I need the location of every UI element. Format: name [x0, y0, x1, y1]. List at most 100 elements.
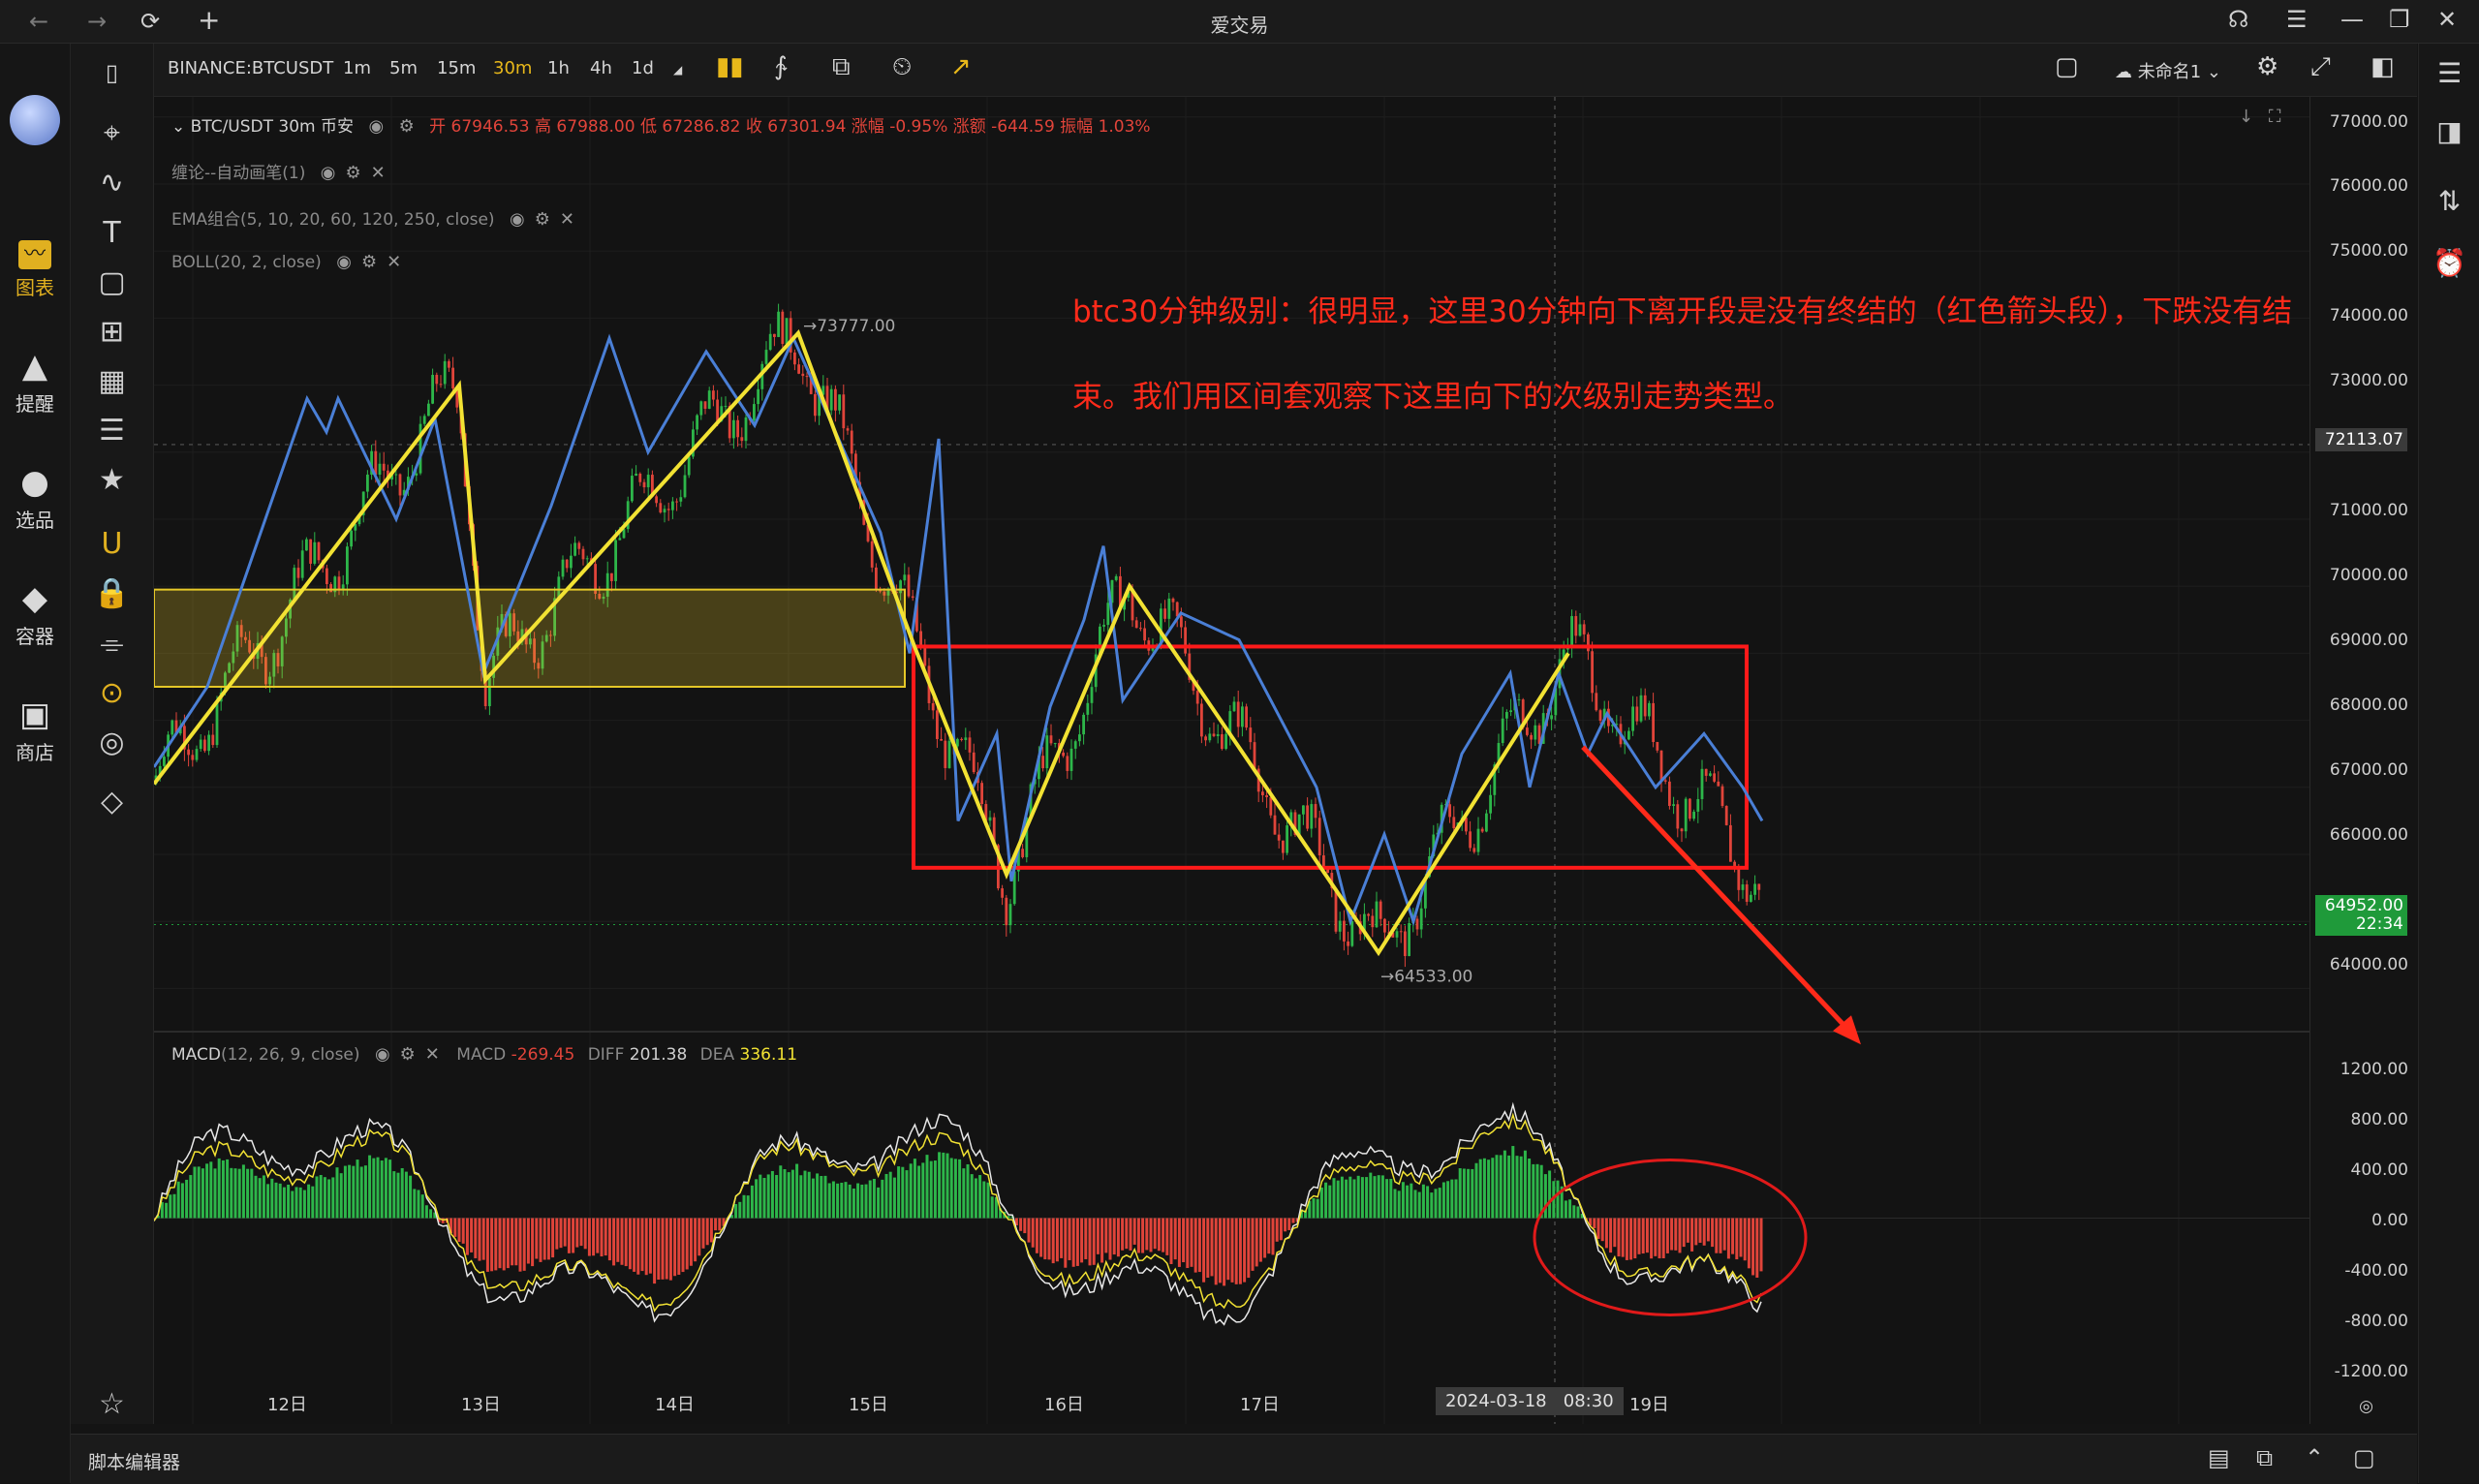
eye-icon[interactable]: ◉	[375, 1044, 390, 1065]
eye-icon[interactable]: ◉	[510, 209, 525, 230]
cursor-icon[interactable]: ⌖	[71, 114, 153, 153]
candle-body	[1509, 710, 1512, 713]
macd-histogram-bar	[1410, 1183, 1413, 1219]
macd-histogram-bar	[933, 1160, 937, 1219]
candle-body	[1737, 866, 1741, 890]
close-icon[interactable]: ✕	[2437, 6, 2457, 33]
crosshair-icon[interactable]: ⊙	[71, 674, 153, 713]
sidebar-item-store[interactable]: ▣ 商店	[0, 695, 70, 765]
sidebar-toggle-icon[interactable]: ▯	[71, 53, 153, 92]
macd-histogram-bar	[1499, 1155, 1503, 1219]
interval-30m[interactable]: 30m	[493, 58, 532, 78]
collapse-up-icon[interactable]: ⌃	[2305, 1444, 2324, 1471]
macd-histogram-bar	[1487, 1159, 1491, 1219]
sidebar-item-screener[interactable]: ● 选品	[0, 462, 70, 533]
settings-icon[interactable]: ⚙	[2256, 52, 2278, 81]
script-editor-tab[interactable]: 脚本编辑器	[88, 1448, 180, 1474]
macd-histogram-bar	[583, 1218, 587, 1250]
support-icon[interactable]: ☊	[2228, 6, 2248, 33]
trade-icon[interactable]: ⇅	[2419, 185, 2479, 217]
sidebar-item-chart[interactable]: 〰 图表	[0, 230, 70, 300]
indicator-icon[interactable]: ∱	[774, 52, 788, 81]
macd-histogram-bar	[1218, 1218, 1222, 1283]
settings-icon[interactable]: ⚙	[361, 252, 377, 272]
scroll-down-icon[interactable]: ↓	[2239, 107, 2253, 127]
interval-1m[interactable]: 1m	[343, 58, 371, 78]
eye-off-icon[interactable]: ◎	[71, 724, 153, 762]
expand-icon[interactable]: ⤢	[2310, 52, 2331, 82]
macd-histogram-bar	[1377, 1175, 1380, 1219]
symbol-selector[interactable]: BINANCE:BTCUSDT	[168, 58, 333, 78]
settings-icon[interactable]: ⚙	[535, 209, 550, 230]
rectangle-icon[interactable]: ▢	[71, 263, 153, 302]
macd-histogram-bar	[1055, 1218, 1059, 1262]
eye-icon[interactable]: ◉	[368, 116, 384, 137]
collapse-icon[interactable]: ⌄	[171, 117, 191, 137]
sidebar-item-alerts[interactable]: ▲ 提醒	[0, 346, 70, 417]
macd-histogram-bar	[848, 1184, 852, 1219]
candle-body	[1241, 706, 1244, 727]
macd-histogram-bar	[807, 1171, 811, 1219]
alert-clock-icon[interactable]: ⏲	[892, 52, 912, 82]
annotation-text[interactable]: btc30分钟级别：很明显，这里30分钟向下离开段是没有终结的（红色箭头段），下…	[1072, 269, 2312, 440]
fullscreen-box-icon[interactable]: ▢	[2055, 52, 2079, 81]
menu-icon[interactable]: ☰	[2286, 6, 2308, 33]
replay-icon[interactable]: ↗	[950, 52, 972, 81]
macd-histogram-bar	[193, 1166, 197, 1219]
sidebar-item-container[interactable]: ◆ 容器	[0, 578, 70, 649]
eye-icon[interactable]: ◉	[321, 163, 336, 183]
text-icon[interactable]: T	[71, 214, 153, 253]
favorite-star-icon[interactable]: ☆	[71, 1385, 153, 1424]
candle-style-icon[interactable]: ▮▮	[716, 52, 744, 81]
macd-histogram-bar	[1284, 1218, 1287, 1232]
remove-icon[interactable]: ✕	[387, 252, 401, 272]
axis-settings-icon[interactable]: ◎	[2359, 1397, 2373, 1416]
alarm-clock-icon[interactable]: ⏰	[2419, 247, 2479, 279]
settings-icon[interactable]: ⚙	[346, 163, 361, 183]
interval-1h[interactable]: 1h	[547, 58, 570, 78]
macd-histogram-bar	[217, 1158, 221, 1219]
eye-icon[interactable]: ◉	[336, 252, 352, 272]
indicator-params: (1)	[282, 164, 306, 183]
maximize-panel-icon[interactable]: ▢	[2353, 1444, 2375, 1471]
grid-icon[interactable]: ▦	[71, 362, 153, 401]
price-axis[interactable]: 77000.00 76000.00 75000.00 74000.00 7300…	[2309, 97, 2418, 1424]
remove-icon[interactable]: ✕	[425, 1044, 440, 1065]
compare-icon[interactable]: ⧉	[832, 52, 851, 82]
minimize-icon[interactable]: —	[2340, 6, 2364, 33]
star-icon[interactable]: ★	[71, 461, 153, 500]
panel-dock-icon[interactable]: ▤	[2208, 1444, 2230, 1471]
layout-selector[interactable]: ☁ 未命名1 ⌄	[2115, 58, 2221, 83]
macd-axis-label: 1200.00	[2340, 1060, 2408, 1079]
macd-histogram-bar	[1604, 1218, 1608, 1249]
watchlist-icon[interactable]: ☰	[2419, 57, 2479, 89]
remove-icon[interactable]: ✕	[560, 209, 574, 230]
magnet-icon[interactable]: U	[71, 525, 153, 564]
filter-icon[interactable]: ⌯	[71, 625, 153, 664]
list-icon[interactable]: ☰	[71, 412, 153, 450]
macd-histogram-bar	[172, 1193, 176, 1219]
lock-icon[interactable]: 🔒	[71, 574, 153, 613]
details-icon[interactable]: ◨	[2419, 115, 2479, 147]
interval-4h[interactable]: 4h	[590, 58, 612, 78]
settings-icon[interactable]: ⚙	[400, 1044, 416, 1065]
macd-histogram-bar	[775, 1175, 779, 1219]
trendline-icon[interactable]: ∿	[71, 164, 153, 202]
settings-icon[interactable]: ⚙	[399, 116, 415, 137]
popout-icon[interactable]: ⧉	[2256, 1444, 2273, 1471]
maximize-pane-icon[interactable]: ⛶	[2269, 107, 2281, 127]
remove-icon[interactable]: ✕	[371, 163, 386, 183]
maximize-icon[interactable]: ❐	[2389, 6, 2410, 33]
interval-1d[interactable]: 1d	[632, 58, 654, 78]
eraser-icon[interactable]: ◇	[71, 783, 153, 821]
candle-body	[1277, 834, 1281, 841]
cloud-icon: ☁	[2115, 62, 2138, 82]
interval-dropdown-icon[interactable]: ◢	[673, 63, 682, 77]
pattern-icon[interactable]: ⊞	[71, 313, 153, 352]
interval-15m[interactable]: 15m	[437, 58, 476, 78]
interval-5m[interactable]: 5m	[389, 58, 418, 78]
macd-histogram-bar	[1275, 1218, 1279, 1242]
avatar[interactable]	[10, 95, 60, 145]
diff-value: 201.38	[629, 1045, 688, 1065]
panel-toggle-icon[interactable]: ◧	[2371, 52, 2395, 81]
